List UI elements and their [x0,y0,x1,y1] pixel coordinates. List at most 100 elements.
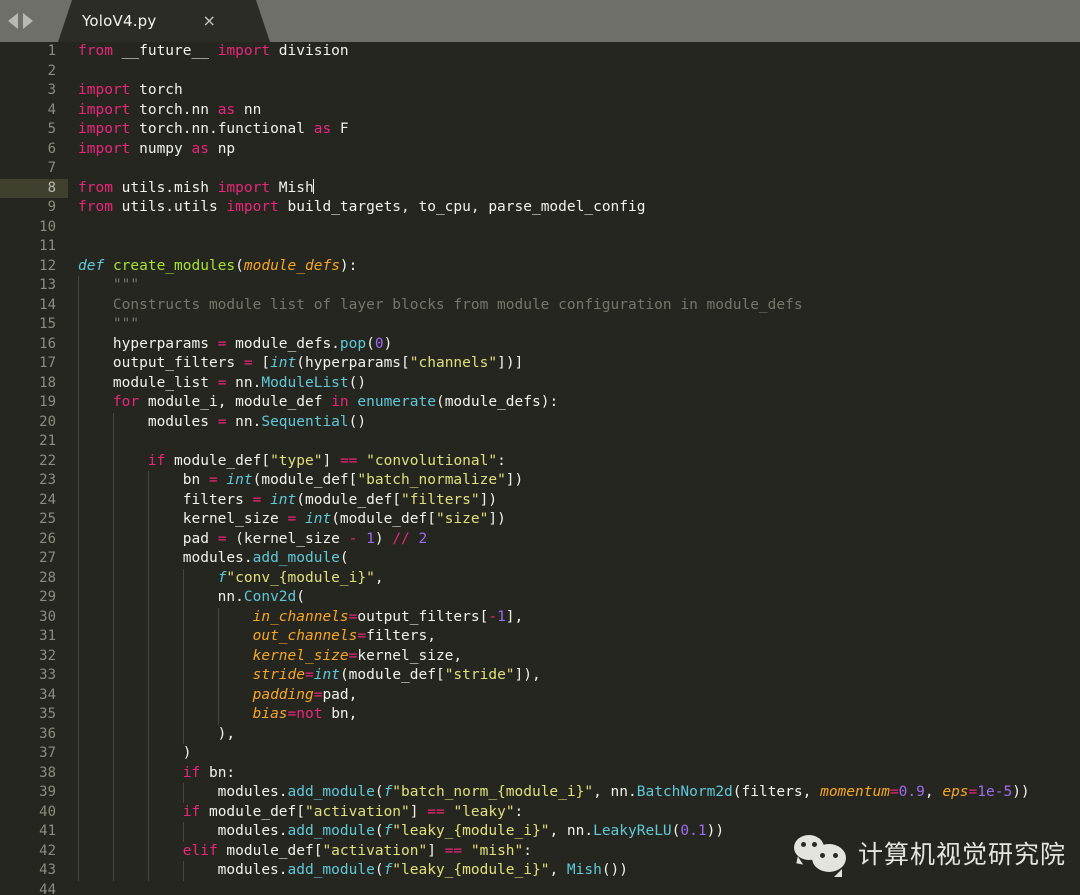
line-number: 42 [39,842,56,859]
code-line[interactable]: 43 modules.add_module(f"leaky_{module_i}… [0,861,1080,881]
line-number: 21 [39,433,56,449]
code-line[interactable]: 5 import torch.nn.functional as F [0,120,1080,140]
line-number: 17 [39,355,56,371]
code-line[interactable]: 37 ) [0,744,1080,764]
code-line[interactable]: 21 [0,432,1080,452]
code-line[interactable]: 27 modules.add_module( [0,549,1080,569]
code-line-text: modules.add_module(f"leaky_{module_i}", … [78,862,629,878]
code-line-text: import torch [78,82,183,98]
line-number: 31 [39,628,56,644]
line-number: 10 [39,218,56,235]
code-line-text: Constructs module list of layer blocks f… [112,296,803,313]
code-line[interactable]: 6 import numpy as np [0,140,1080,160]
code-line-text: ) [78,745,192,761]
code-line[interactable]: 31 out_channels=filters, [0,627,1080,647]
line-number: 39 [39,784,56,800]
code-line[interactable]: 29 nn.Conv2d( [0,588,1080,608]
code-line[interactable]: 25 kernel_size = int(module_def["size"]) [0,510,1080,530]
line-number: 40 [39,803,56,820]
code-line-text: kernel_size = int(module_def["size"]) [78,511,506,527]
code-line[interactable]: 17 output_filters = [int(hyperparams["ch… [0,354,1080,374]
forward-arrow-icon[interactable] [23,13,33,29]
code-line-text: if module_def["type"] == "convolutional"… [147,452,506,469]
code-line[interactable]: 39 modules.add_module(f"batch_norm_{modu… [0,783,1080,803]
line-number: 14 [39,296,56,313]
code-line[interactable]: 34 padding=pad, [0,685,1080,705]
line-number: 3 [47,82,56,98]
code-line-text: if module_def["activation"] == "leaky": [182,803,524,820]
code-line[interactable]: 23 bn = int(module_def["batch_normalize"… [0,471,1080,491]
line-number: 6 [47,140,56,157]
line-number: 29 [39,589,56,605]
code-editor-window: YoloV4.py × 1 from __future__ import divi… [0,0,1080,895]
back-arrow-icon[interactable] [8,13,18,29]
code-line-text: """ [112,316,140,332]
line-number: 11 [39,238,56,254]
line-number: 22 [39,452,56,469]
line-number: 30 [39,608,56,625]
code-line[interactable]: 9 from utils.utils import build_targets, … [0,198,1080,218]
code-line[interactable]: 19 for module_i, module_def in enumerate… [0,393,1080,413]
line-number: 35 [39,706,56,722]
code-line[interactable]: 1 from __future__ import division [0,42,1080,62]
code-line[interactable]: 35 bias=not bn, [0,705,1080,725]
code-line[interactable]: 32 kernel_size=kernel_size, [0,646,1080,666]
line-number: 28 [39,569,56,586]
code-line[interactable]: 4 import torch.nn as nn [0,101,1080,121]
code-line[interactable]: 28 f"conv_{module_i}", [0,568,1080,588]
line-number: 24 [39,491,56,508]
code-line-text: bn = int(module_def["batch_normalize"]) [78,472,524,488]
code-line[interactable]: 13 """ [0,276,1080,296]
code-line[interactable]: 22 if module_def["type"] == "convolution… [0,451,1080,471]
code-line[interactable]: 42 elif module_def["activation"] == "mis… [0,841,1080,861]
editor-area[interactable]: 1 from __future__ import division 2 3 import… [0,42,1080,895]
line-number: 2 [47,62,56,79]
code-line[interactable]: 33 stride=int(module_def["stride"]), [0,666,1080,686]
tab-yolov4-py[interactable]: YoloV4.py × [58,0,270,42]
code-line-text: module_list = nn.ModuleList() [78,374,367,391]
line-number: 1 [47,43,56,59]
code-line[interactable]: 38 if bn: [0,763,1080,783]
code-line[interactable]: 40 if module_def["activation"] == "leaky… [0,802,1080,822]
code-line[interactable]: 44 [0,881,1080,895]
code-line[interactable]: 14 Constructs module list of layer block… [0,295,1080,315]
code-line-text: import torch.nn as nn [78,101,262,118]
line-number: 38 [39,764,56,781]
code-line[interactable]: 8 from utils.mish import Mish [0,178,1080,198]
line-number: 25 [39,511,56,527]
code-line-text: kernel_size=kernel_size, [252,647,463,664]
code-line-text: modules = nn.Sequential() [78,413,367,430]
code-line[interactable]: 3 import torch [0,81,1080,101]
line-number: 13 [39,277,56,293]
code-line-text: import torch.nn.functional as F [78,121,349,137]
code-line[interactable]: 30 in_channels=output_filters[-1], [0,607,1080,627]
code-line-text: modules.add_module(f"leaky_{module_i}", … [78,823,725,839]
code-lines[interactable]: 1 from __future__ import division 2 3 import… [0,42,1080,895]
code-line[interactable]: 36 ), [0,724,1080,744]
code-line[interactable]: 11 [0,237,1080,257]
line-number: 16 [39,335,56,352]
line-number: 36 [39,725,56,742]
code-line[interactable]: 2 [0,62,1080,82]
code-line-text: if bn: [182,764,236,781]
code-line[interactable]: 7 [0,159,1080,179]
code-line-text: modules.add_module(f"batch_norm_{module_… [78,784,1030,800]
code-line[interactable]: 41 modules.add_module(f"leaky_{module_i}… [0,822,1080,842]
code-line-text: ), [78,725,236,742]
code-line[interactable]: 24 filters = int(module_def["filters"]) [0,490,1080,510]
code-line[interactable]: 15 """ [0,315,1080,335]
line-number: 19 [39,394,56,410]
code-line[interactable]: 20 modules = nn.Sequential() [0,412,1080,432]
code-line[interactable]: 16 hyperparams = module_defs.pop(0) [0,334,1080,354]
code-line[interactable]: 26 pad = (kernel_size - 1) // 2 [0,529,1080,549]
line-number: 33 [39,667,56,683]
close-icon[interactable]: × [202,13,215,29]
code-line-text: f"conv_{module_i}", [217,569,384,586]
code-line[interactable]: 10 [0,218,1080,238]
nav-arrows [8,11,33,31]
code-line[interactable]: 12 def create_modules(module_defs): [0,257,1080,277]
line-number: 7 [47,160,56,176]
line-number: 27 [39,550,56,566]
tab-strip: YoloV4.py × [58,0,270,42]
code-line[interactable]: 18 module_list = nn.ModuleList() [0,373,1080,393]
